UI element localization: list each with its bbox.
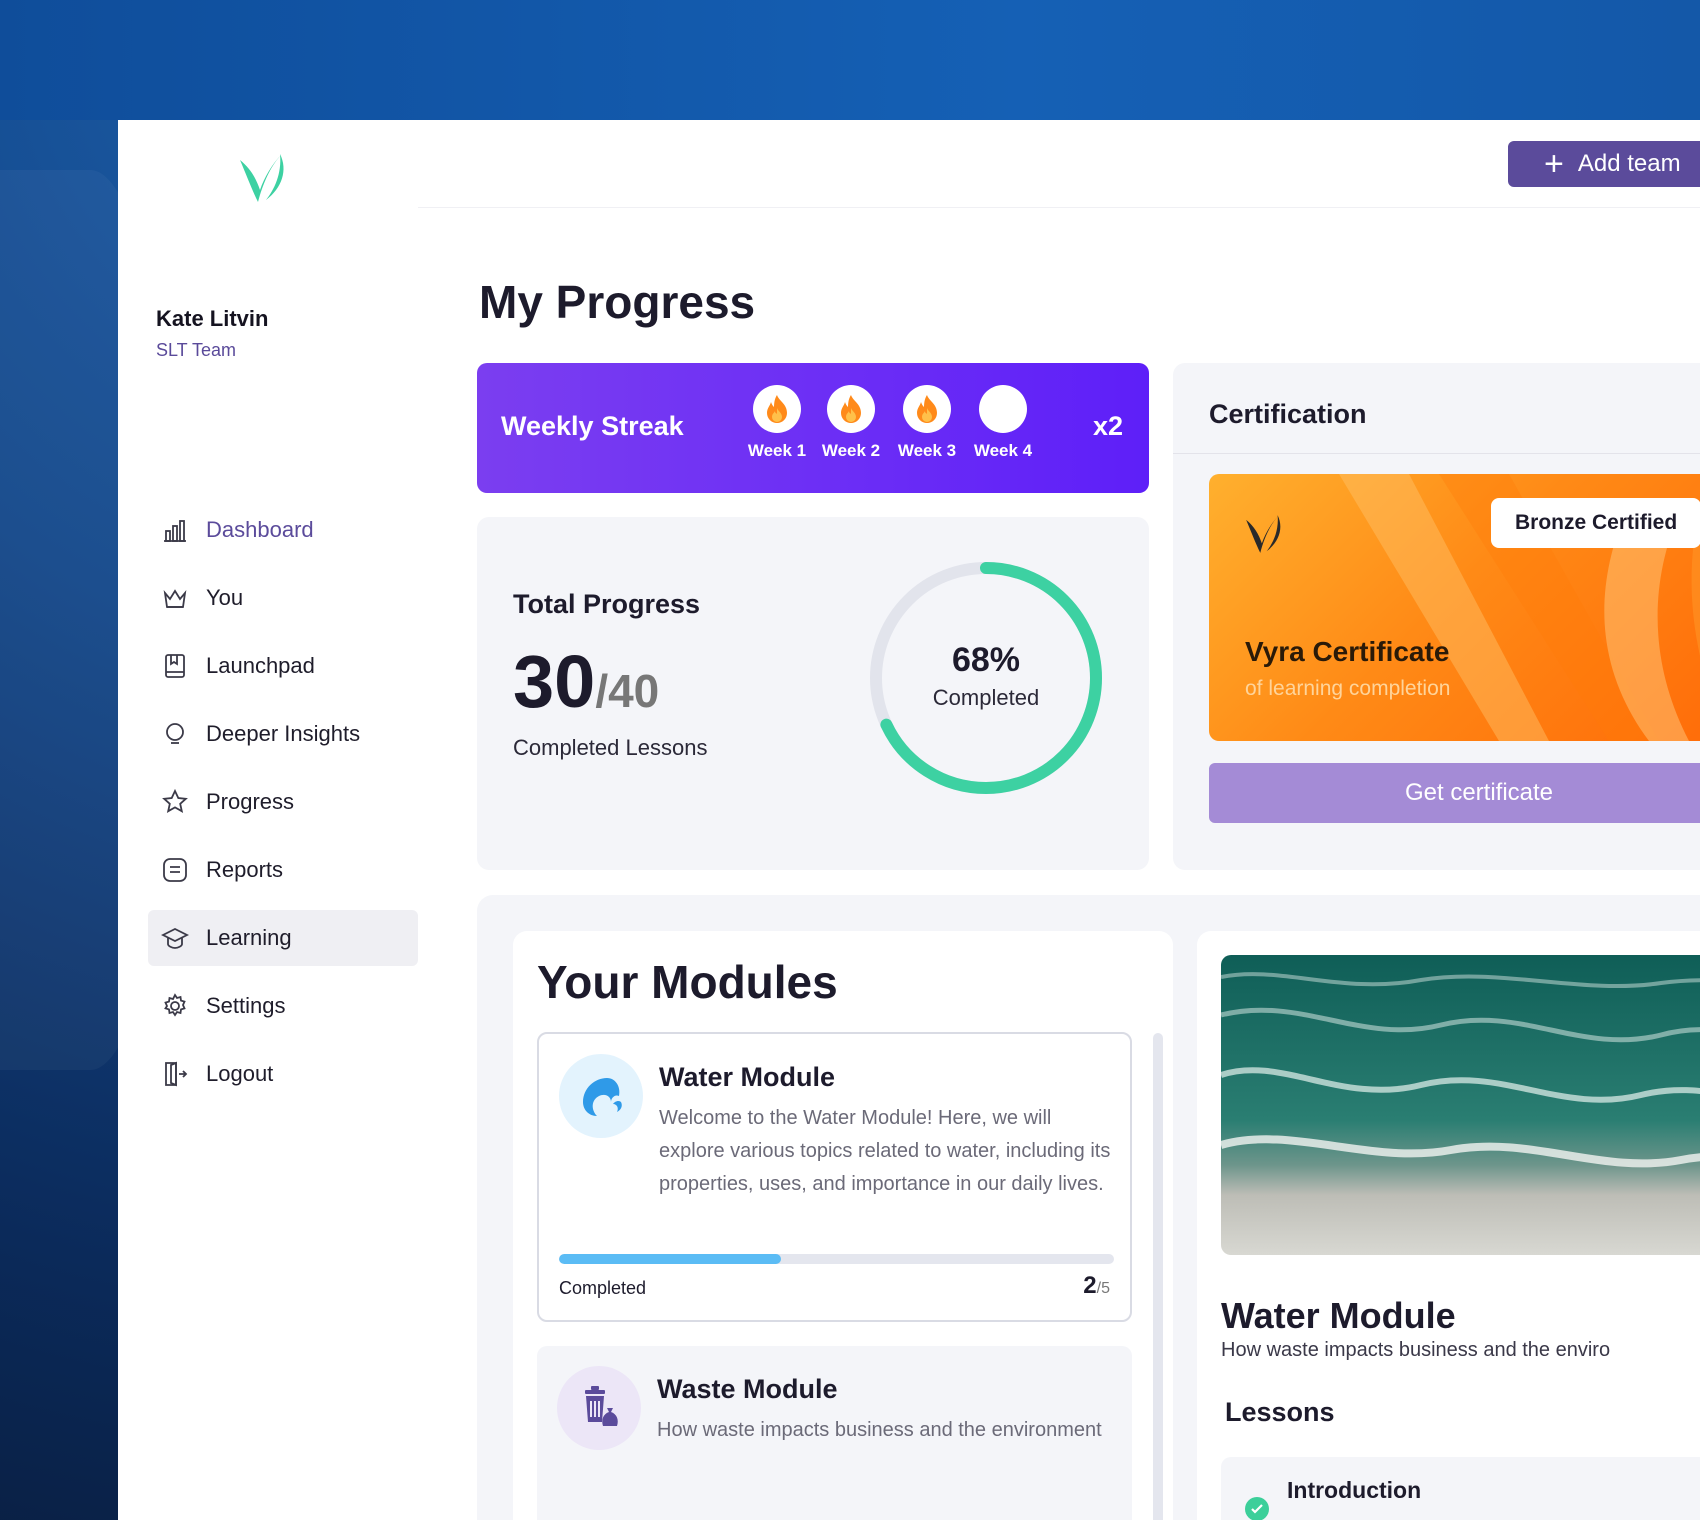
module-card-water[interactable]: Water Module Welcome to the Water Module… bbox=[537, 1032, 1132, 1322]
lesson-name: Introduction bbox=[1287, 1477, 1422, 1503]
bar-chart-icon bbox=[160, 515, 190, 545]
sidebar-item-label: Learning bbox=[206, 925, 292, 950]
sidebar-item-label: You bbox=[206, 585, 244, 610]
coastline-aerial-image bbox=[1221, 955, 1700, 1255]
gear-icon bbox=[160, 991, 190, 1021]
background-band bbox=[0, 0, 1700, 120]
star-icon bbox=[160, 787, 190, 817]
total-progress-card: Total Progress 30/40 Completed Lessons 6… bbox=[477, 517, 1149, 870]
sidebar-item-label: Deeper Insights bbox=[206, 721, 361, 746]
module-title: Water Module bbox=[659, 1062, 836, 1092]
percent-label: Completed bbox=[932, 685, 1040, 710]
sidebar-item-label: Dashboard bbox=[206, 517, 314, 542]
completed-lessons-label: Completed Lessons bbox=[513, 735, 708, 760]
add-team-button[interactable]: + Add team bbox=[1508, 141, 1700, 187]
streak-title: Weekly Streak bbox=[501, 411, 684, 441]
sidebar-item-logout[interactable]: Logout bbox=[148, 1046, 418, 1102]
total-number: /40 bbox=[595, 665, 660, 717]
certificate-badge: Bronze Certified bbox=[1491, 498, 1700, 548]
weekly-streak-card: Weekly Streak Week 1 Week 2 Week 3 Week … bbox=[477, 363, 1149, 493]
lessons-title: Lessons bbox=[1225, 1397, 1335, 1427]
module-progress-bar bbox=[559, 1254, 1114, 1264]
lesson-row[interactable]: Introduction bbox=[1221, 1457, 1700, 1520]
flame-icon bbox=[903, 385, 951, 433]
add-team-label: Add team bbox=[1577, 150, 1681, 177]
sidebar-item-dashboard[interactable]: Dashboard bbox=[148, 502, 418, 558]
sidebar-nav: Dashboard You Launchpad Deeper Insights bbox=[148, 502, 418, 1114]
sidebar-item-learning[interactable]: Learning bbox=[148, 910, 418, 966]
modules-section: Your Modules Water Module Welcome to the… bbox=[477, 895, 1700, 1520]
week-label: Week 2 bbox=[821, 441, 881, 460]
check-icon bbox=[1245, 1497, 1269, 1520]
certificate-logo-icon bbox=[1243, 508, 1287, 565]
detail-title: Water Module bbox=[1221, 1295, 1456, 1336]
week-label: Week 1 bbox=[747, 441, 807, 460]
get-certificate-button[interactable]: Get certificate bbox=[1209, 763, 1700, 823]
streak-week: Week 2 bbox=[811, 385, 891, 461]
certificate-name: Vyra Certificate bbox=[1245, 636, 1450, 667]
module-description: How waste impacts business and the envir… bbox=[657, 1419, 1102, 1441]
week-label: Week 3 bbox=[897, 441, 957, 460]
week-label: Week 4 bbox=[973, 441, 1033, 460]
empty-week-circle bbox=[979, 385, 1027, 433]
streak-week: Week 3 bbox=[887, 385, 967, 461]
certification-card: Certification Bronze Certified Vyra Cert… bbox=[1173, 363, 1700, 870]
completed-number: 30 bbox=[513, 640, 596, 723]
percent-text: 68% bbox=[951, 641, 1021, 679]
modules-title: Your Modules bbox=[537, 956, 838, 1008]
divider bbox=[1173, 453, 1700, 454]
module-detail-panel: Water Module How waste impacts business … bbox=[1197, 931, 1700, 1520]
sidebar-item-label: Progress bbox=[206, 789, 295, 814]
total-progress-title: Total Progress bbox=[513, 589, 701, 619]
sidebar-item-launchpad[interactable]: Launchpad bbox=[148, 638, 418, 694]
logo-icon bbox=[236, 146, 292, 210]
report-icon bbox=[160, 855, 190, 885]
graduation-cap-icon bbox=[160, 923, 190, 953]
flame-icon bbox=[827, 385, 875, 433]
water-wave-icon bbox=[559, 1054, 643, 1138]
sidebar-item-settings[interactable]: Settings bbox=[148, 978, 418, 1034]
module-total-count: /5 bbox=[1096, 1280, 1110, 1297]
module-progress-fill bbox=[559, 1254, 781, 1264]
modules-scrollbar[interactable] bbox=[1153, 1033, 1163, 1520]
user-team: SLT Team bbox=[156, 340, 237, 360]
module-card-waste[interactable]: Waste Module How waste impacts business … bbox=[537, 1346, 1132, 1520]
lightbulb-icon bbox=[160, 719, 190, 749]
modules-panel: Your Modules Water Module Welcome to the… bbox=[513, 931, 1173, 1520]
module-description: Welcome to the Water Module! Here, we wi… bbox=[659, 1107, 1111, 1195]
flame-icon bbox=[753, 385, 801, 433]
crown-icon bbox=[160, 583, 190, 613]
streak-week: Week 4 bbox=[963, 385, 1043, 461]
progress-ring: 68% Completed bbox=[861, 553, 1111, 803]
module-progress-count: 2/5 bbox=[1083, 1272, 1110, 1300]
certification-title: Certification bbox=[1209, 399, 1367, 429]
page-title: My Progress bbox=[479, 276, 756, 328]
sidebar: Kate Litvin SLT Team Dashboard You Launc… bbox=[118, 120, 418, 1520]
detail-subtitle: How waste impacts business and the envir… bbox=[1221, 1339, 1611, 1361]
module-title: Waste Module bbox=[657, 1374, 838, 1404]
sidebar-item-reports[interactable]: Reports bbox=[148, 842, 418, 898]
book-icon bbox=[160, 651, 190, 681]
sidebar-item-label: Logout bbox=[206, 1061, 274, 1086]
sidebar-item-label: Settings bbox=[206, 993, 286, 1018]
sidebar-item-deeper-insights[interactable]: Deeper Insights bbox=[148, 706, 418, 762]
trash-bin-icon bbox=[557, 1366, 641, 1450]
user-name: Kate Litvin bbox=[156, 306, 269, 331]
streak-multiplier: x2 bbox=[1093, 411, 1124, 441]
module-done-count: 2 bbox=[1083, 1272, 1097, 1299]
sidebar-item-label: Launchpad bbox=[206, 653, 315, 678]
app-window: Kate Litvin SLT Team Dashboard You Launc… bbox=[118, 120, 1700, 1520]
sidebar-item-progress[interactable]: Progress bbox=[148, 774, 418, 830]
module-progress-label: Completed bbox=[559, 1278, 647, 1298]
sidebar-item-you[interactable]: You bbox=[148, 570, 418, 626]
certificate-banner: Bronze Certified Vyra Certificate of lea… bbox=[1209, 474, 1700, 741]
logout-icon bbox=[160, 1059, 190, 1089]
certificate-description: of learning completion bbox=[1245, 677, 1451, 700]
completed-count: 30/40 bbox=[513, 639, 659, 724]
sidebar-item-label: Reports bbox=[206, 857, 284, 882]
plus-icon: + bbox=[1544, 145, 1564, 183]
streak-week: Week 1 bbox=[737, 385, 817, 461]
